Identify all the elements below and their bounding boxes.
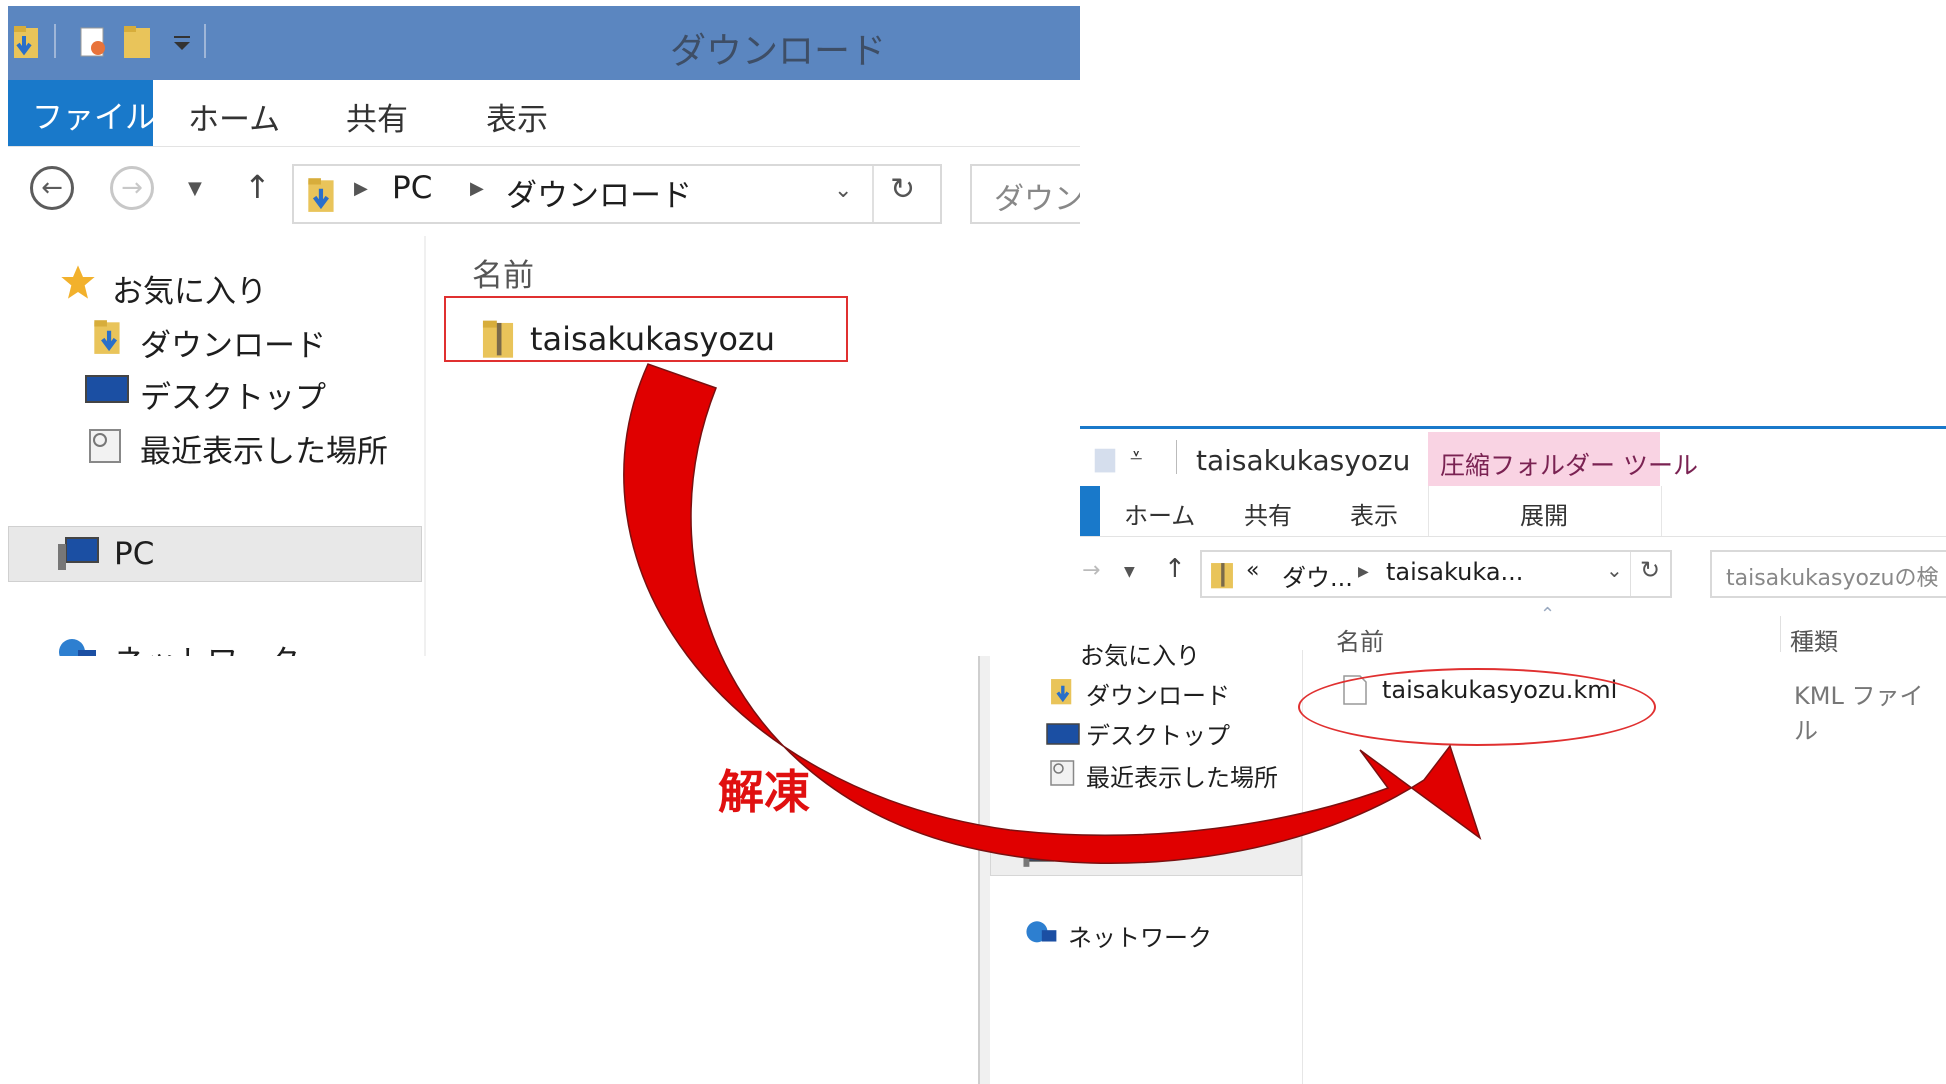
extract-arrow [623, 363, 1482, 864]
arrow-label: 解凍 [718, 765, 810, 819]
